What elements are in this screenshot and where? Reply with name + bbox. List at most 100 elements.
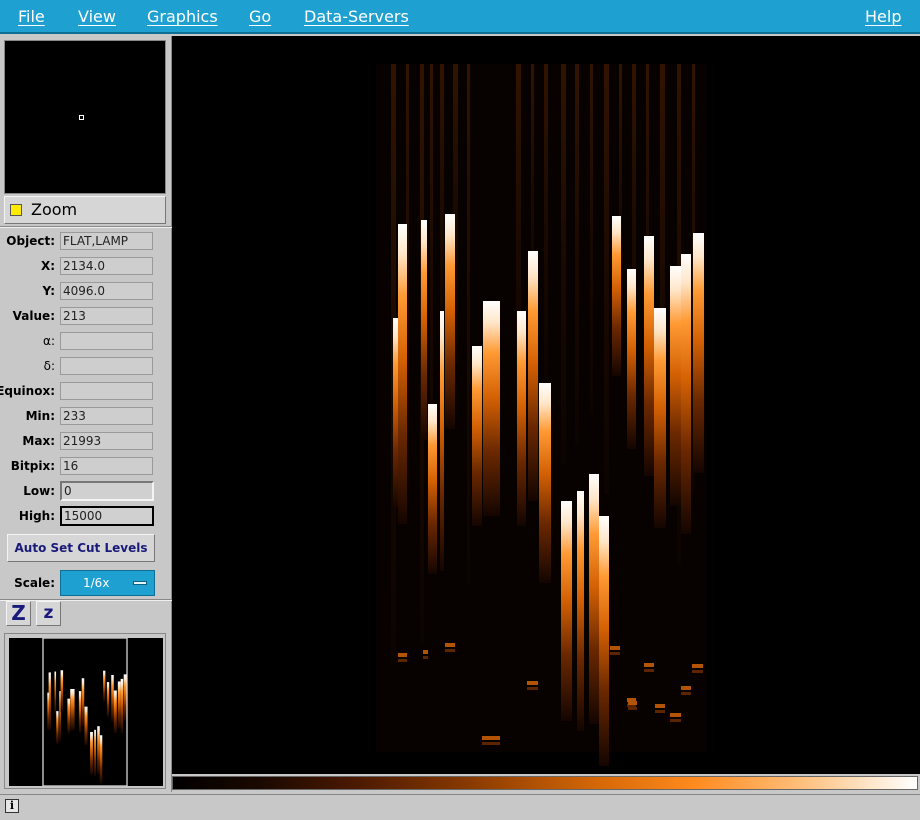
zoom-out-button[interactable]: z xyxy=(36,601,61,626)
lamp-spot-shadow xyxy=(670,719,681,722)
thumbnail-streak xyxy=(90,732,93,775)
scale-menu[interactable]: 1/6x xyxy=(60,570,155,596)
spectral-order-streak xyxy=(421,220,427,440)
scale-label: Scale: xyxy=(14,576,55,590)
min-value: 233 xyxy=(60,407,153,425)
min-label: Min: xyxy=(25,409,55,423)
spectral-order-streak xyxy=(577,491,584,731)
spectral-order-streak xyxy=(612,216,621,376)
menu-view[interactable]: View xyxy=(78,0,116,34)
lamp-spot xyxy=(445,643,455,647)
zoom-in-button[interactable]: Z xyxy=(6,601,31,626)
spectral-order-streak xyxy=(599,516,609,766)
thumbnail-streak xyxy=(123,674,127,721)
delta-label: δ: xyxy=(43,359,55,373)
lamp-spot-shadow xyxy=(445,649,455,652)
lamp-spot xyxy=(398,653,407,657)
faint-streak xyxy=(590,64,593,414)
image-thumbnail[interactable] xyxy=(9,638,163,786)
thumbnail-frame xyxy=(4,633,166,789)
thumbnail-streak xyxy=(111,675,114,722)
lamp-spot-shadow xyxy=(610,652,620,655)
spectral-order-streak xyxy=(693,233,704,473)
status-bar: i xyxy=(0,794,920,820)
control-panel: Zoom Object: FLAT,LAMP X: 2134.0 Y: 4096… xyxy=(0,36,172,792)
spectral-order-streak xyxy=(654,308,666,528)
thumbnail-streak xyxy=(113,690,117,734)
lamp-spot xyxy=(482,736,500,740)
faint-streak xyxy=(544,64,548,384)
scale-value: 1/6x xyxy=(83,576,110,590)
lamp-spot xyxy=(423,650,428,654)
y-label: Y: xyxy=(42,284,55,298)
low-cut-input[interactable]: 0 xyxy=(60,481,154,501)
high-label: High: xyxy=(18,509,55,523)
thumbnail-streak xyxy=(117,681,121,728)
spectral-order-streak xyxy=(483,301,500,516)
menu-help[interactable]: Help xyxy=(865,0,901,34)
lamp-spot xyxy=(628,701,637,705)
lamp-spot-shadow xyxy=(655,710,665,713)
zoom-button[interactable]: Zoom xyxy=(4,196,166,224)
zoom-label: Zoom xyxy=(31,200,78,219)
equinox-value xyxy=(60,382,153,400)
chevron-down-icon xyxy=(133,581,147,585)
auto-set-cut-levels-button[interactable]: Auto Set Cut Levels xyxy=(7,534,155,562)
lamp-spot-shadow xyxy=(423,656,428,659)
lamp-spot-shadow xyxy=(398,659,407,662)
thumbnail-streak xyxy=(54,671,57,715)
lamp-spot xyxy=(692,664,703,668)
menu-data-servers[interactable]: Data-Servers xyxy=(304,0,409,34)
faint-streak xyxy=(575,64,579,444)
menu-file[interactable]: File xyxy=(18,0,45,34)
lamp-spot xyxy=(644,663,654,667)
y-value: 4096.0 xyxy=(60,282,153,300)
image-display[interactable] xyxy=(172,36,920,774)
spectral-order-streak xyxy=(445,214,455,429)
thumbnail-streak xyxy=(103,670,106,702)
spectral-order-streak xyxy=(561,501,572,721)
value-label: Value: xyxy=(12,309,55,323)
thumbnail-streak xyxy=(48,672,51,731)
menu-go[interactable]: Go xyxy=(249,0,271,34)
thumbnail-streak xyxy=(70,688,75,731)
thumbnail-streak xyxy=(81,678,85,727)
lamp-spot-shadow xyxy=(527,687,538,690)
x-label: X: xyxy=(40,259,55,273)
lamp-spot-shadow xyxy=(692,670,703,673)
thumbnail-streak xyxy=(84,706,88,746)
object-value: FLAT,LAMP xyxy=(60,232,153,250)
faint-streak xyxy=(561,64,566,464)
thumbnail-streak xyxy=(97,726,100,775)
colorbar[interactable] xyxy=(172,776,918,790)
equinox-label: Equinox: xyxy=(0,384,55,398)
max-value: 21993 xyxy=(60,432,153,450)
spectral-order-streak xyxy=(681,254,691,534)
high-cut-input[interactable]: 15000 xyxy=(60,506,154,526)
thumbnail-streak xyxy=(106,682,110,717)
pan-window[interactable] xyxy=(4,40,166,194)
lamp-spot xyxy=(681,686,691,690)
spectral-order-streak xyxy=(528,251,538,501)
lamp-spot xyxy=(670,713,681,717)
lamp-spot-shadow xyxy=(681,692,691,695)
bitpix-value: 16 xyxy=(60,457,153,475)
menu-graphics[interactable]: Graphics xyxy=(147,0,218,34)
faint-streak xyxy=(604,64,609,494)
x-value: 2134.0 xyxy=(60,257,153,275)
info-icon[interactable]: i xyxy=(5,799,19,813)
zoom-indicator-icon xyxy=(10,204,22,216)
thumbnail-streak xyxy=(47,692,49,730)
thumbnail-streak xyxy=(78,691,82,733)
max-label: Max: xyxy=(22,434,55,448)
object-label: Object: xyxy=(6,234,55,248)
spectral-order-streak xyxy=(589,474,599,724)
spectral-order-streak xyxy=(472,346,482,526)
spectral-order-streak xyxy=(393,318,398,508)
pan-box[interactable] xyxy=(79,115,84,120)
spectral-order-streak xyxy=(539,383,551,583)
lamp-spot xyxy=(610,646,620,650)
thumbnail-streak xyxy=(99,735,103,784)
lamp-spot-shadow xyxy=(628,707,637,710)
spectral-order-streak xyxy=(627,269,636,449)
